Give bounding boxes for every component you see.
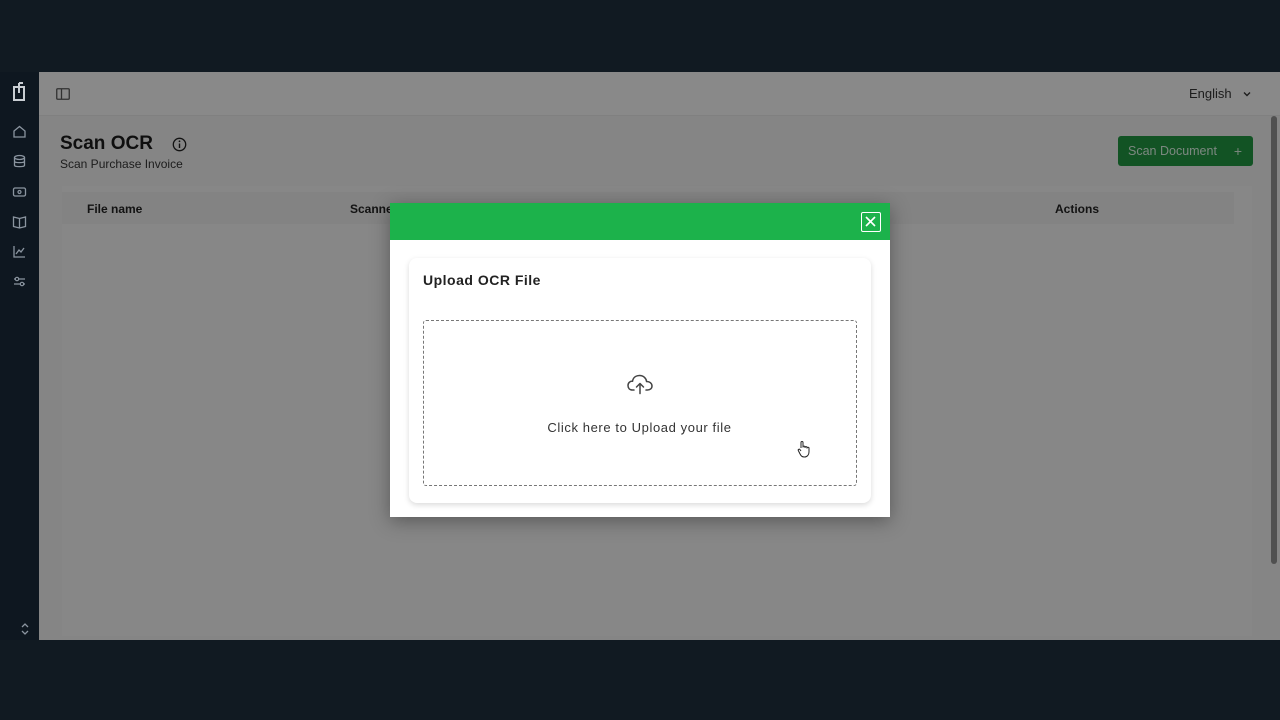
sidebar: [0, 72, 39, 640]
modal-header: [390, 203, 890, 240]
dropzone-text: Click here to Upload your file: [547, 420, 732, 435]
letterbox-top: [0, 0, 1280, 72]
book-icon[interactable]: [12, 214, 27, 229]
close-icon: [865, 216, 876, 227]
cloud-upload-icon: [627, 374, 653, 395]
settings-sliders-icon[interactable]: [12, 274, 27, 289]
letterbox-bottom: [0, 640, 1280, 720]
app-logo-icon: [13, 82, 25, 101]
card-icon[interactable]: [12, 184, 27, 199]
chart-icon[interactable]: [12, 244, 27, 259]
file-dropzone[interactable]: Click here to Upload your file: [423, 320, 857, 486]
home-icon[interactable]: [12, 124, 27, 139]
hand-cursor-icon: [797, 441, 810, 458]
database-icon[interactable]: [12, 154, 27, 169]
upload-modal: Upload OCR File Click here to Upload you…: [390, 203, 890, 517]
upload-title: Upload OCR File: [423, 272, 541, 288]
close-button[interactable]: [861, 212, 881, 232]
expand-chevron-icon[interactable]: [19, 622, 31, 636]
upload-card: Upload OCR File Click here to Upload you…: [409, 258, 871, 503]
